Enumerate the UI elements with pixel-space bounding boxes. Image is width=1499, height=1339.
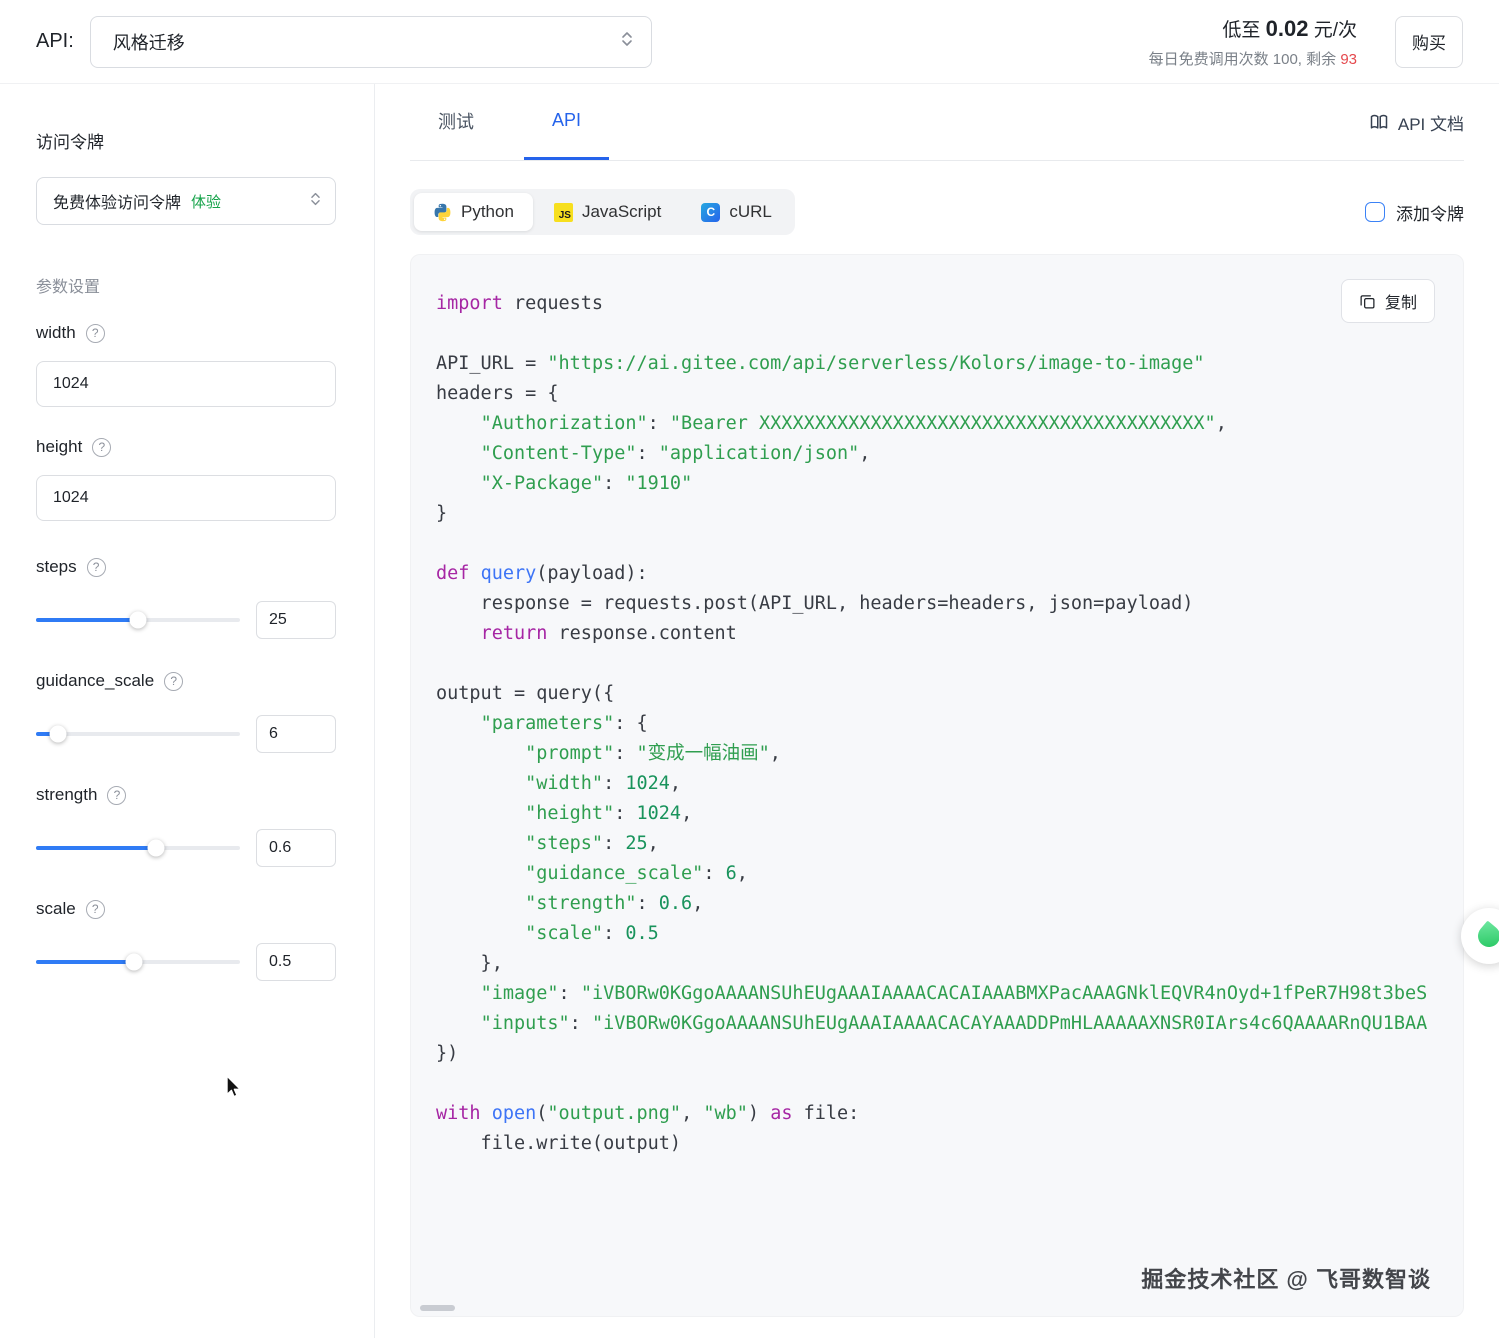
tab-bar: 测试 API API 文档 [410,84,1464,161]
help-icon[interactable]: ? [92,437,112,457]
python-icon [434,203,451,221]
price-unit: 元/次 [1313,19,1357,41]
help-icon[interactable]: ? [164,671,184,691]
code-block: import requests API_URL = "https://ai.gi… [436,293,1428,1154]
token-heading: 访问令牌 [36,133,104,152]
param-strength: strength ? [36,785,336,867]
model-select-value: 风格迁移 [112,32,185,53]
model-select[interactable]: 风格迁移 [89,15,652,68]
lang-tab-python[interactable]: Python [414,193,533,231]
param-width: width ? [36,323,336,407]
sidebar: 访问令牌 免费体验访问令牌 体验 参数设置 width ? height ? [0,84,375,1338]
params-heading: 参数设置 [36,279,101,296]
strength-value-input[interactable] [256,829,336,867]
lang-tab-python-label: Python [461,202,514,221]
buy-button[interactable]: 购买 [1395,15,1463,68]
help-icon[interactable]: ? [85,899,105,919]
token-badge: 体验 [191,193,222,211]
book-icon [1370,114,1388,129]
add-token-control: 添加令牌 [1365,200,1464,225]
quota-line: 每日免费调用次数 100, 剩余 93 [1149,48,1357,69]
token-select-value: 免费体验访问令牌 [53,195,182,212]
chevron-updown-icon [310,191,321,212]
guidance-scale-value-input[interactable] [256,715,336,753]
help-icon[interactable]: ? [86,557,106,577]
language-row: Python JS JavaScript C cURL 添加令牌 [410,189,1464,235]
tab-test[interactable]: 测试 [410,84,502,160]
api-label: API: [36,30,74,52]
width-input[interactable] [36,361,336,407]
api-docs-link[interactable]: API 文档 [1369,110,1464,135]
javascript-icon: JS [553,202,573,222]
add-token-checkbox[interactable] [1365,202,1385,222]
copy-button[interactable]: 复制 [1340,279,1435,323]
topbar: API: 风格迁移 低至 0.02 元/次 每日免费调用次数 100, 剩余 9… [0,0,1499,84]
copy-button-label: 复制 [1384,295,1417,312]
tab-api[interactable]: API [524,84,610,160]
price-prefix: 低至 [1222,19,1261,41]
code-panel: import requests API_URL = "https://ai.gi… [410,254,1464,1317]
scale-slider-fill [36,960,134,964]
scale-slider[interactable] [36,953,240,971]
param-scale-label: scale [36,899,76,918]
param-width-label: width [36,323,76,342]
scale-slider-knob[interactable] [125,953,143,971]
param-steps: steps ? [36,557,336,639]
language-tabs: Python JS JavaScript C cURL [410,189,795,235]
param-scale: scale ? [36,899,336,981]
lang-tab-curl-label: cURL [729,202,772,221]
scale-value-input[interactable] [256,943,336,981]
steps-slider-fill [36,618,138,622]
strength-slider-knob[interactable] [147,839,165,857]
price-value: 0.02 [1265,15,1309,41]
param-strength-label: strength [36,785,98,804]
quota-prefix: 每日免费调用次数 100, 剩余 [1148,50,1337,68]
guidance-scale-slider-knob[interactable] [49,725,67,743]
token-select[interactable]: 免费体验访问令牌 体验 [36,177,336,225]
main-content: 测试 API API 文档 Python JS JavaScript C cUR… [375,84,1499,1338]
lang-tab-curl[interactable]: C cURL [682,193,791,231]
steps-value-input[interactable] [256,601,336,639]
price-block: 低至 0.02 元/次 每日免费调用次数 100, 剩余 93 [1149,15,1357,69]
leaf-icon [1473,920,1499,952]
watermark: 掘金技术社区 @ 飞哥数智谈 [1141,1267,1431,1292]
price-line: 低至 0.02 元/次 [1149,15,1357,42]
api-docs-label: API 文档 [1397,114,1464,134]
lang-tab-javascript[interactable]: JS JavaScript [535,193,680,231]
steps-slider[interactable] [36,611,240,629]
copy-icon [1360,294,1375,309]
quota-remaining: 93 [1340,50,1357,68]
add-token-label: 添加令牌 [1396,204,1464,224]
curl-icon: C [701,202,721,222]
height-input[interactable] [36,475,336,521]
param-guidance-scale-label: guidance_scale [36,671,155,690]
param-height-label: height [36,437,83,456]
horizontal-scrollbar[interactable] [420,1305,455,1311]
help-icon[interactable]: ? [85,323,105,343]
param-height: height ? [36,437,336,521]
guidance-scale-slider[interactable] [36,725,240,743]
strength-slider-fill [36,846,157,850]
steps-slider-knob[interactable] [129,611,147,629]
strength-slider[interactable] [36,839,240,857]
chevron-updown-icon [621,30,633,53]
param-steps-label: steps [36,557,77,576]
param-guidance-scale: guidance_scale ? [36,671,336,753]
lang-tab-javascript-label: JavaScript [581,202,662,221]
help-icon[interactable]: ? [107,785,127,805]
